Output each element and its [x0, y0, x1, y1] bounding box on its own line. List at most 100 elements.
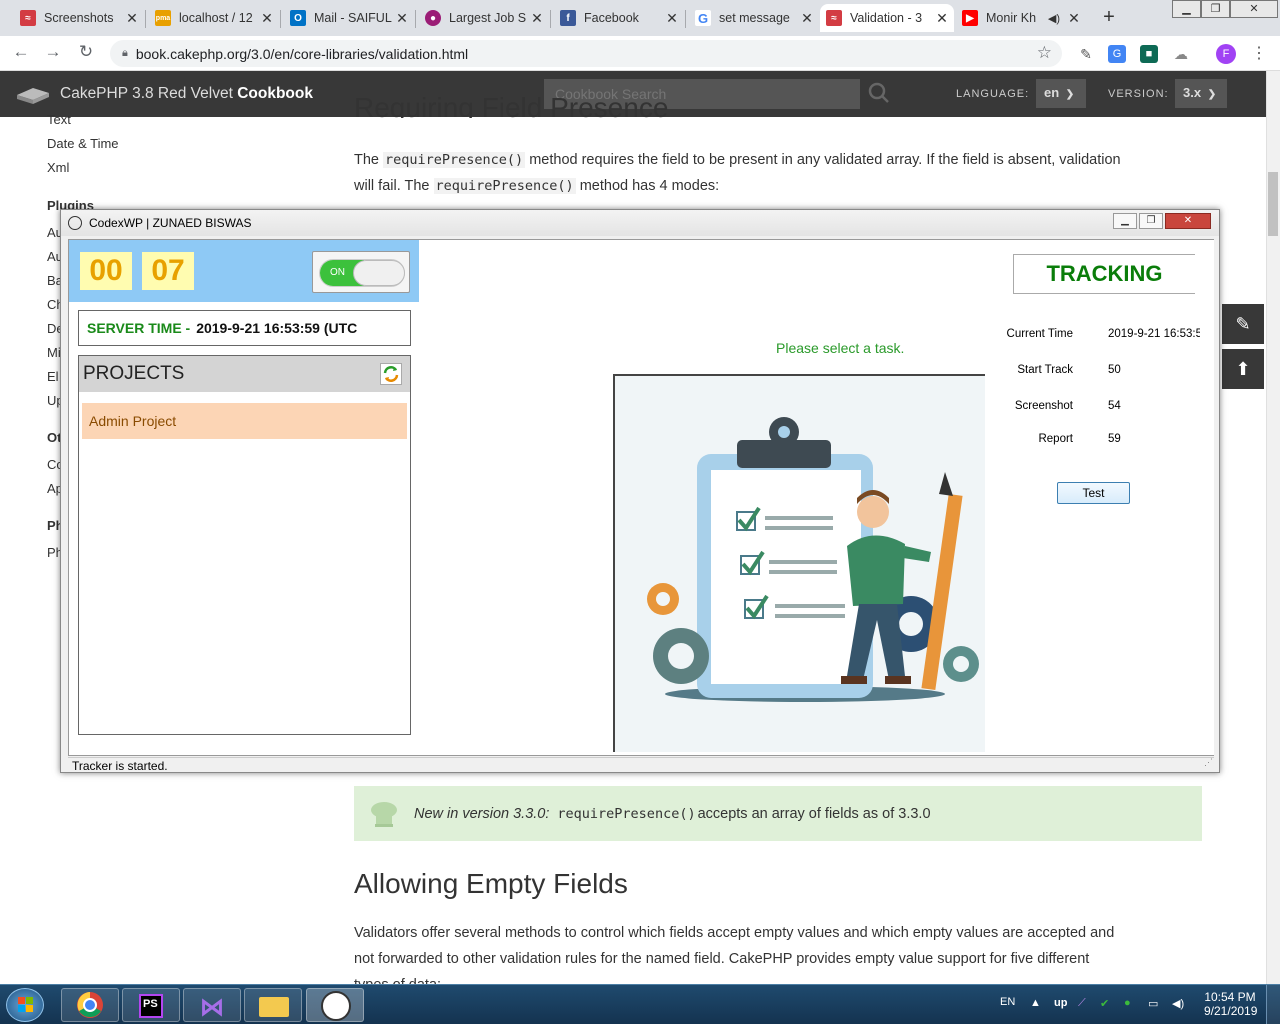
tab-validation-active[interactable]: ≈ Validation - 3 ✕	[820, 4, 954, 32]
projects-header: PROJECTS	[79, 356, 410, 392]
clock-date: 9/21/2019	[1204, 1004, 1258, 1018]
star-bookmark-icon[interactable]: ☆	[1037, 43, 1052, 63]
incognito-extension-icon[interactable]: ☁	[1172, 45, 1190, 63]
sidebar-link[interactable]: Text	[47, 112, 71, 127]
chrome-taskbar-icon[interactable]	[61, 988, 119, 1022]
close-tab-icon[interactable]: ✕	[936, 10, 948, 27]
tab-localhost[interactable]: pma localhost / 12 ✕	[149, 4, 279, 32]
resize-grip-icon[interactable]: ⋰	[1204, 757, 1213, 768]
close-window-button[interactable]: ✕	[1230, 0, 1278, 18]
url-text: book.cakephp.org/3.0/en/core-libraries/v…	[135, 45, 469, 62]
youtube-favicon-icon: ▶	[962, 10, 978, 26]
sidebar-link[interactable]: Mi	[47, 345, 61, 360]
tab-title: Validation - 3	[850, 11, 923, 25]
tracking-toggle[interactable]: ON	[312, 251, 410, 293]
search-icon[interactable]	[868, 82, 890, 104]
menu-kebab-icon[interactable]: ⋮	[1250, 45, 1268, 63]
tracker-taskbar-icon[interactable]	[306, 988, 364, 1022]
inline-code: requirePresence()	[433, 178, 576, 194]
scroll-top-button[interactable]: ⬆	[1222, 349, 1264, 389]
new-tab-button[interactable]: +	[1096, 6, 1122, 30]
tab-title: Largest Job S	[449, 11, 527, 25]
tray-check-icon[interactable]: ✔	[1100, 997, 1109, 1010]
back-arrow-icon[interactable]: ←	[10, 42, 32, 62]
eyedropper-extension-icon[interactable]: ✎	[1077, 45, 1095, 63]
phpstorm-taskbar-icon[interactable]: PS	[122, 988, 180, 1022]
close-tab-icon[interactable]: ✕	[531, 10, 543, 27]
clock[interactable]: 10:54 PM 9/21/2019	[1204, 990, 1258, 1018]
address-bar[interactable]: 🔒︎ book.cakephp.org/3.0/en/core-librarie…	[110, 40, 1062, 67]
file-explorer-taskbar-icon[interactable]	[244, 988, 302, 1022]
sidebar-link[interactable]: El	[47, 369, 59, 384]
translate-extension-icon[interactable]: G	[1108, 45, 1126, 63]
app-status-bar: Tracker is started.	[68, 757, 1214, 773]
app-title: CodexWP | ZUNAED BISWAS	[89, 216, 252, 230]
extension-icon[interactable]: ■	[1140, 45, 1158, 63]
close-tab-icon[interactable]: ✕	[801, 10, 813, 27]
maximize-window-button[interactable]: ❐	[1201, 0, 1230, 18]
close-tab-icon[interactable]: ✕	[261, 10, 273, 27]
clock-time: 10:54 PM	[1204, 990, 1256, 1004]
tab-jobs[interactable]: ● Largest Job S ✕	[419, 4, 549, 32]
close-tab-icon[interactable]: ✕	[1068, 10, 1080, 27]
tab-google[interactable]: G set message ✕	[689, 4, 819, 32]
app-maximize-button[interactable]: ❐	[1139, 213, 1163, 229]
test-button[interactable]: Test	[1057, 482, 1130, 504]
version-select[interactable]: 3.x ❯	[1175, 79, 1227, 108]
google-favicon-icon: G	[695, 10, 711, 26]
clock-app-icon	[68, 216, 82, 230]
toggle-knob[interactable]	[353, 260, 405, 286]
close-tab-icon[interactable]: ✕	[666, 10, 678, 27]
tab-mail[interactable]: O Mail - SAIFUL ✕	[284, 4, 414, 32]
scrollbar-thumb[interactable]	[1268, 172, 1278, 236]
app-minimize-button[interactable]: ▁	[1113, 213, 1137, 229]
project-item[interactable]: Admin Project	[82, 403, 407, 439]
site-brand[interactable]: CakePHP 3.8 Red Velvet Cookbook	[60, 85, 313, 103]
language-value: en	[1044, 85, 1060, 100]
inline-code: requirePresence()	[383, 152, 526, 168]
language-select[interactable]: en ❯	[1036, 79, 1086, 108]
volume-icon[interactable]: ◀)	[1172, 997, 1184, 1010]
screenshot-label: Screenshot	[1014, 400, 1073, 412]
refresh-icon[interactable]	[380, 363, 402, 385]
show-hidden-icons[interactable]: ▲	[1030, 997, 1041, 1009]
timer-minutes: 07	[142, 252, 194, 290]
sidebar-link[interactable]: Xml	[47, 160, 69, 175]
browser-toolbar: ← → ↻ 🔒︎ book.cakephp.org/3.0/en/core-li…	[0, 36, 1280, 71]
close-tab-icon[interactable]: ✕	[126, 10, 138, 27]
minimize-window-button[interactable]: ▁	[1172, 0, 1201, 18]
tab-title: set message	[719, 11, 790, 25]
cakephp-logo-icon[interactable]	[15, 83, 51, 105]
close-tab-icon[interactable]: ✕	[396, 10, 408, 27]
tab-screenshots[interactable]: ≈ Screenshots ✕	[14, 4, 144, 32]
tab-facebook[interactable]: f Facebook ✕	[554, 4, 684, 32]
task-area: TRACKING Current Time 2019-9-21 16:53:59…	[419, 240, 1214, 755]
start-button[interactable]	[6, 988, 44, 1022]
speaker-icon[interactable]: ◀)	[1048, 12, 1060, 25]
tray-feather-icon[interactable]: ⟋	[1078, 997, 1086, 1010]
version-value: 3.x	[1183, 85, 1202, 100]
lock-icon: 🔒︎	[122, 47, 128, 59]
sidebar-link[interactable]: Date & Time	[47, 136, 119, 151]
app-close-button[interactable]: ✕	[1165, 213, 1211, 229]
show-desktop-button[interactable]	[1266, 985, 1280, 1024]
phpmyadmin-favicon-icon: pma	[155, 10, 171, 26]
input-language[interactable]: EN	[1000, 996, 1015, 1008]
app-body: 00 07 ON SERVER TIME - 2019-9-21 16:53:59…	[68, 239, 1214, 756]
tray-shield-icon[interactable]: ●	[1124, 997, 1131, 1009]
paragraph-allowing-empty: Validators offer several methods to cont…	[354, 925, 1115, 984]
edit-page-button[interactable]: ✎	[1222, 304, 1264, 344]
report-label: Report	[1038, 433, 1073, 445]
network-icon[interactable]: ▭	[1148, 997, 1158, 1010]
profile-avatar[interactable]: F	[1216, 44, 1236, 64]
reload-icon[interactable]: ↻	[75, 42, 97, 62]
tracking-status: TRACKING	[1013, 254, 1195, 294]
tab-youtube[interactable]: ▶ Monir Kh ◀) ✕	[956, 4, 1086, 32]
forward-arrow-icon[interactable]: →	[42, 42, 64, 62]
note-text: accepts an array of fields as of 3.3.0	[697, 805, 931, 822]
visual-studio-taskbar-icon[interactable]: ⋈	[183, 988, 241, 1022]
current-time-label: Current Time	[1006, 328, 1073, 340]
select-task-message: Please select a task.	[776, 340, 905, 356]
tray-app-icon[interactable]: up	[1054, 997, 1067, 1009]
start-track-label: Start Track	[1017, 364, 1073, 376]
